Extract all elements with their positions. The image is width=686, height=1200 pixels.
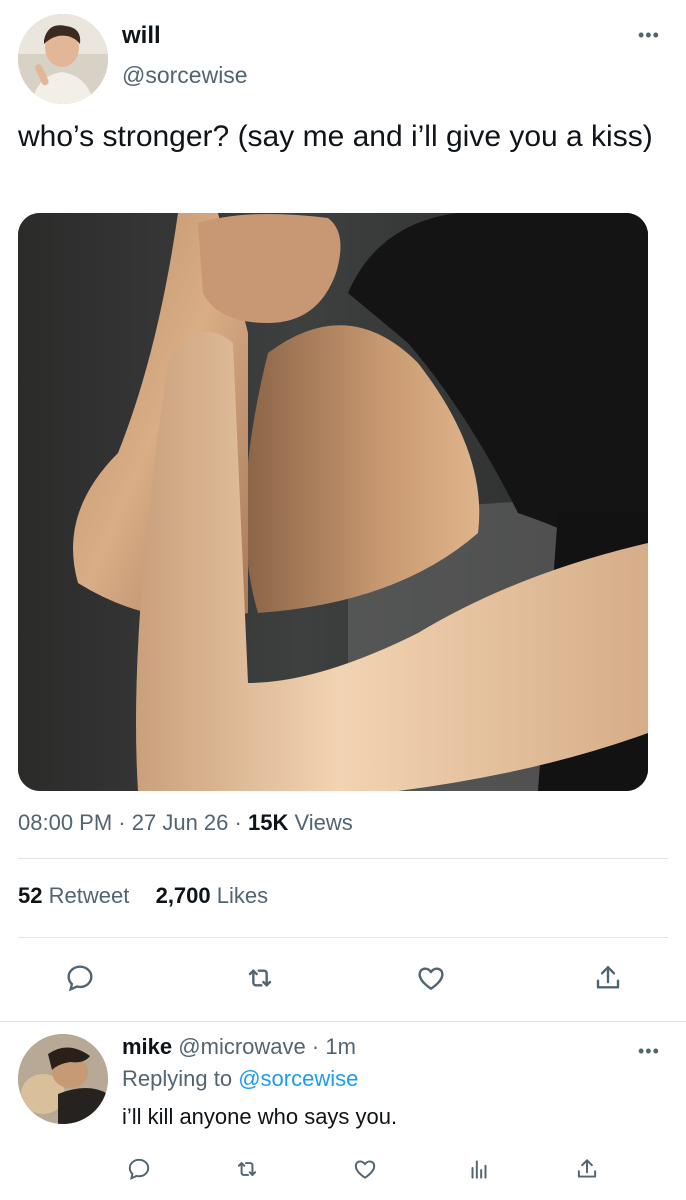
reply-like-button[interactable]	[350, 1154, 380, 1184]
tweet-photo	[18, 213, 648, 791]
retweet-icon	[248, 969, 272, 987]
reply-button[interactable]	[62, 960, 98, 996]
reply-age[interactable]: 1m	[325, 1034, 356, 1059]
likes-stat[interactable]: 2,700 Likes	[156, 883, 269, 908]
reply-author-name[interactable]: mike	[122, 1034, 172, 1059]
heart-icon	[418, 967, 444, 990]
heart-icon	[354, 1160, 376, 1179]
tweet-time[interactable]: 08:00 PM	[18, 810, 112, 835]
reply-avatar-photo	[18, 1034, 108, 1124]
retweets-label: Retweet	[48, 883, 130, 908]
reply-author-handle[interactable]: @microwave	[178, 1034, 305, 1059]
reply-text: i’ll kill anyone who says you.	[122, 1104, 398, 1129]
replying-to: Replying to @sorcewise	[122, 1066, 358, 1092]
retweets-count: 52	[18, 883, 43, 908]
reply-icon	[128, 1158, 150, 1180]
divider	[18, 937, 668, 938]
share-icon	[577, 1159, 597, 1178]
reply-retweet-button[interactable]	[232, 1154, 262, 1184]
author-avatar[interactable]	[18, 14, 108, 104]
author-name[interactable]: will	[122, 22, 161, 50]
views-count: 15K	[247, 810, 289, 835]
tweet-media[interactable]	[18, 213, 648, 791]
like-button[interactable]	[413, 960, 449, 996]
tweet-text: who’s stronger? (say me and i’ll give yo…	[18, 120, 653, 153]
tweet-stats: 52 Retweet 2,700 Likes	[18, 883, 268, 909]
retweet-icon	[237, 1162, 257, 1176]
reply-share-button[interactable]	[572, 1154, 602, 1184]
avatar-photo	[18, 14, 108, 104]
replying-to-handle[interactable]: @sorcewise	[238, 1066, 358, 1091]
thread-separator	[0, 1021, 686, 1022]
divider	[18, 858, 668, 859]
more-options-icon[interactable]: •••	[638, 26, 660, 44]
retweet-button[interactable]	[242, 960, 278, 996]
meta-separator: ·	[118, 810, 126, 835]
reply-author-avatar[interactable]	[18, 1034, 108, 1124]
likes-count: 2,700	[155, 883, 211, 908]
likes-label: Likes	[216, 883, 269, 908]
reply-header: mike @microwave · 1m	[122, 1034, 356, 1060]
share-icon	[596, 966, 620, 989]
reply-separator: ·	[311, 1034, 320, 1059]
retweets-stat[interactable]: 52 Retweet	[18, 883, 135, 908]
views-label: Views	[294, 810, 353, 835]
replying-to-prefix: Replying to	[122, 1066, 233, 1091]
reply-more-options-icon[interactable]: •••	[638, 1042, 660, 1060]
tweet-date[interactable]: 27 Jun 26	[132, 810, 229, 835]
views-icon	[471, 1160, 487, 1179]
tweet-meta: 08:00 PM · 27 Jun 26 · 15K Views	[18, 810, 353, 836]
author-handle[interactable]: @sorcewise	[122, 62, 248, 89]
reply-icon	[67, 965, 93, 992]
reply-reply-button[interactable]	[124, 1154, 154, 1184]
meta-separator: ·	[234, 810, 242, 835]
share-button[interactable]	[590, 960, 626, 996]
reply-views-button[interactable]	[464, 1154, 494, 1184]
